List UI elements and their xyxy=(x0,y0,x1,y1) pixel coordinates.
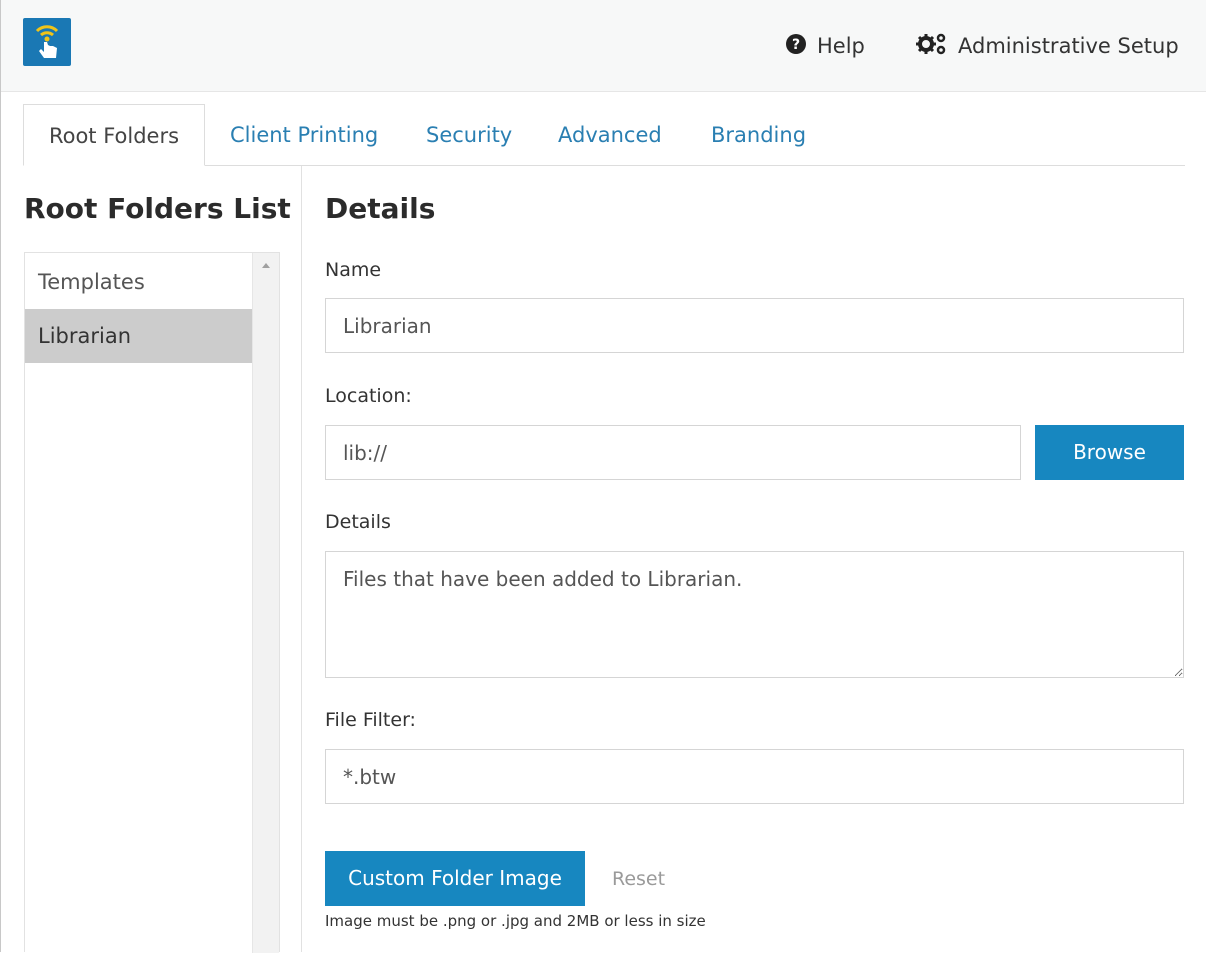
list-item-templates[interactable]: Templates xyxy=(25,255,253,309)
question-circle-icon: ? xyxy=(785,33,807,60)
file-filter-input[interactable] xyxy=(325,749,1184,804)
administrative-setup-link[interactable]: Administrative Setup xyxy=(916,31,1179,61)
location-label: Location: xyxy=(325,385,412,407)
gears-icon xyxy=(916,32,948,61)
scroll-up-arrow-icon[interactable] xyxy=(262,263,270,268)
top-bar: ? Help Administrative Setup xyxy=(1,0,1206,92)
name-label: Name xyxy=(325,259,382,281)
svg-text:?: ? xyxy=(792,37,800,53)
root-folders-list-title: Root Folders List xyxy=(24,192,291,225)
name-input[interactable] xyxy=(325,298,1184,353)
help-link[interactable]: ? Help xyxy=(785,31,865,61)
list-scrollbar[interactable] xyxy=(252,253,279,953)
image-size-hint: Image must be .png or .jpg and 2MB or le… xyxy=(325,912,706,930)
tab-advanced[interactable]: Advanced xyxy=(558,104,662,166)
column-divider xyxy=(301,166,302,952)
details-title: Details xyxy=(325,192,436,225)
file-filter-label: File Filter: xyxy=(325,709,416,731)
root-folders-list: Templates Librarian xyxy=(24,252,280,953)
tab-root-folders[interactable]: Root Folders xyxy=(23,104,205,166)
details-textarea[interactable]: Files that have been added to Librarian. xyxy=(325,551,1184,678)
location-input[interactable] xyxy=(325,425,1021,480)
list-item-librarian[interactable]: Librarian xyxy=(25,309,253,363)
help-label: Help xyxy=(817,34,865,58)
details-label: Details xyxy=(325,511,391,533)
app-logo-icon[interactable] xyxy=(23,18,71,66)
tab-security[interactable]: Security xyxy=(426,104,512,166)
tab-bar: Root Folders Client Printing Security Ad… xyxy=(23,104,1185,166)
tab-client-printing[interactable]: Client Printing xyxy=(230,104,378,166)
reset-link[interactable]: Reset xyxy=(612,868,665,890)
tab-branding[interactable]: Branding xyxy=(711,104,806,166)
custom-folder-image-button[interactable]: Custom Folder Image xyxy=(325,851,585,906)
administrative-setup-label: Administrative Setup xyxy=(958,34,1179,58)
browse-button[interactable]: Browse xyxy=(1035,425,1184,480)
